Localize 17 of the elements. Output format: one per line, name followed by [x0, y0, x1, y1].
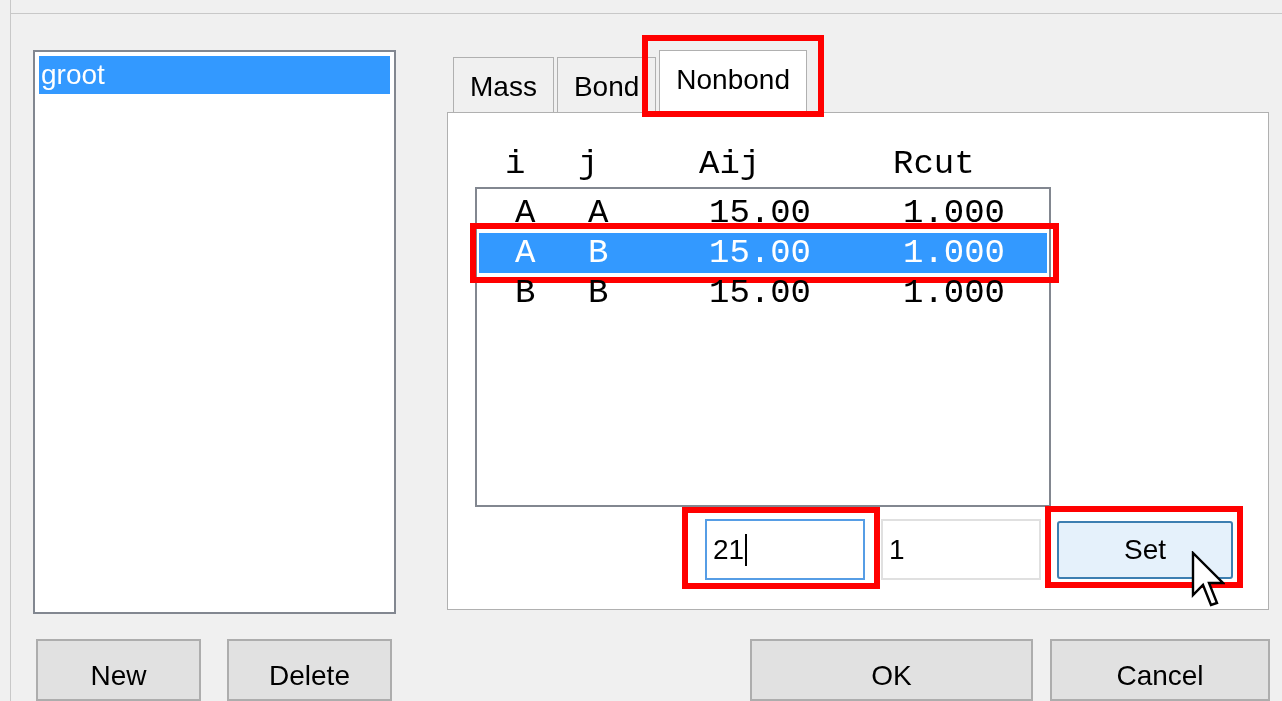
- text-caret-icon: [745, 533, 748, 566]
- column-header: j: [578, 145, 599, 183]
- column-header: Rcut: [893, 145, 975, 183]
- column-header: i: [505, 145, 526, 183]
- tab[interactable]: Mass: [453, 57, 554, 112]
- dialog-button[interactable]: Cancel: [1050, 639, 1270, 701]
- column-header: Aij: [699, 145, 761, 183]
- input-field[interactable]: 1: [881, 519, 1041, 580]
- tab[interactable]: Nonbond: [659, 50, 807, 112]
- table-row[interactable]: B B 15.00 1.000: [479, 273, 1047, 313]
- dialog-button[interactable]: New: [36, 639, 201, 701]
- input-field[interactable]: 21: [705, 519, 865, 580]
- table-row[interactable]: A A 15.00 1.000: [479, 193, 1047, 233]
- dialog-button[interactable]: OK: [750, 639, 1033, 701]
- set-button[interactable]: Set: [1057, 520, 1233, 579]
- tab[interactable]: Bond: [556, 57, 657, 112]
- dialog-button[interactable]: Delete: [227, 639, 392, 701]
